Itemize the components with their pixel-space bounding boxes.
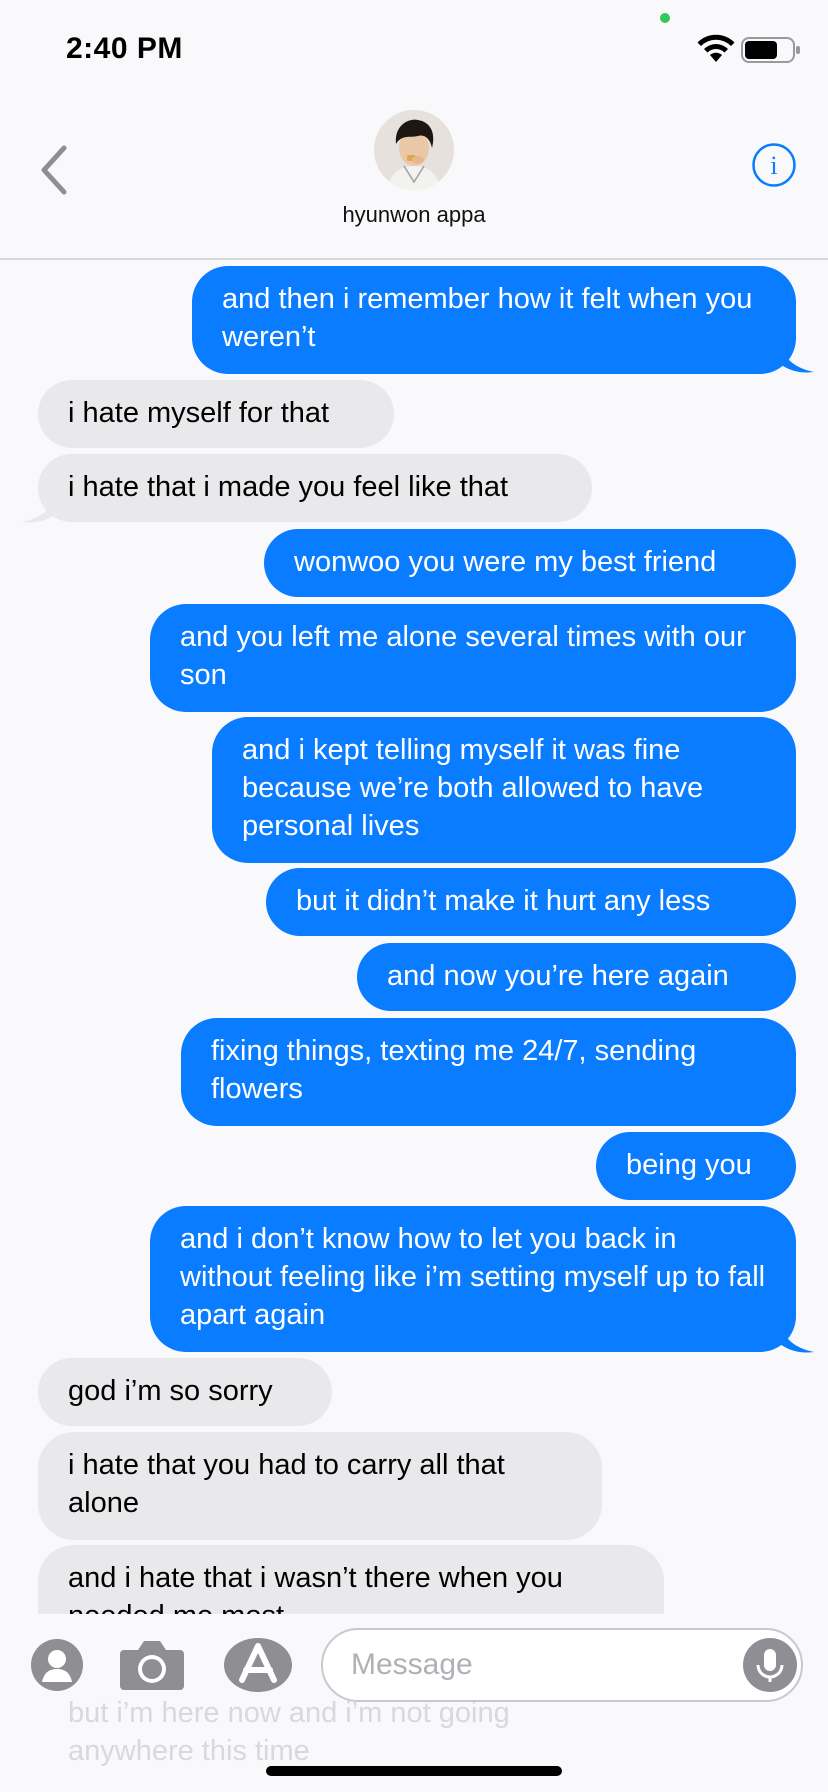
svg-text:i: i bbox=[770, 151, 777, 180]
bubble-tail bbox=[22, 494, 56, 523]
message-input[interactable] bbox=[351, 1642, 731, 1688]
microphone-icon bbox=[756, 1649, 784, 1682]
message-text: and now you’re here again bbox=[387, 960, 729, 992]
message-text: and you left me alone several times with… bbox=[180, 621, 746, 691]
message-text: and i hate that i wasn’t there when you … bbox=[68, 1562, 563, 1614]
message-bubble-incoming[interactable]: i hate that i made you feel like that bbox=[38, 454, 592, 522]
message-text: and i kept telling myself it was fine be… bbox=[242, 734, 704, 842]
message-text: fixing things, texting me 24/7, sending … bbox=[211, 1035, 697, 1105]
info-icon[interactable]: i bbox=[751, 142, 797, 188]
message-text: god i’m so sorry bbox=[68, 1375, 273, 1407]
microphone-button[interactable] bbox=[743, 1638, 797, 1692]
message-bubble-incoming[interactable]: and i hate that i wasn’t there when you … bbox=[38, 1545, 664, 1614]
message-bubble-outgoing[interactable]: being you bbox=[596, 1132, 796, 1200]
message-input-field[interactable] bbox=[321, 1628, 803, 1702]
message-bubble-outgoing[interactable]: but it didn’t make it hurt any less bbox=[266, 868, 796, 936]
message-bubble-incoming[interactable]: i hate that you had to carry all that al… bbox=[38, 1432, 602, 1540]
message-bubble-outgoing[interactable]: wonwoo you were my best friend bbox=[264, 529, 796, 597]
battery-icon bbox=[741, 37, 800, 63]
message-text: i hate that you had to carry all that al… bbox=[68, 1449, 505, 1519]
message-text: wonwoo you were my best friend bbox=[294, 546, 717, 578]
bubble-tail bbox=[780, 1324, 814, 1353]
conversation-header: hyunwon appa i bbox=[0, 90, 828, 260]
wifi-icon bbox=[697, 34, 735, 62]
message-text: and i don’t know how to let you back in … bbox=[180, 1223, 766, 1331]
contact-card-icon[interactable] bbox=[30, 1638, 84, 1692]
contact-name[interactable]: hyunwon appa bbox=[0, 202, 828, 228]
avatar-photo bbox=[374, 110, 454, 190]
bubble-tail bbox=[780, 344, 814, 373]
message-thread[interactable]: and then i remember how it felt when you… bbox=[0, 262, 828, 1614]
message-text: and then i remember how it felt when you… bbox=[222, 283, 753, 353]
message-text: but it didn’t make it hurt any less bbox=[296, 885, 711, 917]
app-store-icon[interactable] bbox=[222, 1636, 294, 1694]
message-bubble-outgoing[interactable]: and i don’t know how to let you back in … bbox=[150, 1206, 796, 1352]
message-bubble-incoming[interactable]: god i’m so sorry bbox=[38, 1358, 332, 1426]
message-bubble-incoming[interactable]: i hate myself for that bbox=[38, 380, 394, 448]
status-bar: 2:40 PM bbox=[0, 0, 828, 90]
message-bubble-outgoing[interactable]: and then i remember how it felt when you… bbox=[192, 266, 796, 374]
message-text: i hate myself for that bbox=[68, 397, 330, 429]
camera-in-use-dot bbox=[660, 13, 670, 23]
message-bubble-outgoing[interactable]: fixing things, texting me 24/7, sending … bbox=[181, 1018, 796, 1126]
home-indicator[interactable] bbox=[266, 1766, 562, 1776]
message-bubble-outgoing[interactable]: and now you’re here again bbox=[357, 943, 796, 1011]
camera-icon[interactable] bbox=[118, 1636, 186, 1692]
message-bubble-outgoing[interactable]: and you left me alone several times with… bbox=[150, 604, 796, 712]
scrolled-message-preview: but i’m here now and i’m not going anywh… bbox=[68, 1697, 510, 1767]
message-bubble-outgoing[interactable]: and i kept telling myself it was fine be… bbox=[212, 717, 796, 863]
chevron-left-icon[interactable] bbox=[36, 140, 72, 200]
contact-avatar[interactable] bbox=[374, 110, 454, 190]
message-text: being you bbox=[626, 1149, 752, 1181]
status-time: 2:40 PM bbox=[66, 32, 183, 65]
message-text: i hate that i made you feel like that bbox=[68, 471, 509, 503]
